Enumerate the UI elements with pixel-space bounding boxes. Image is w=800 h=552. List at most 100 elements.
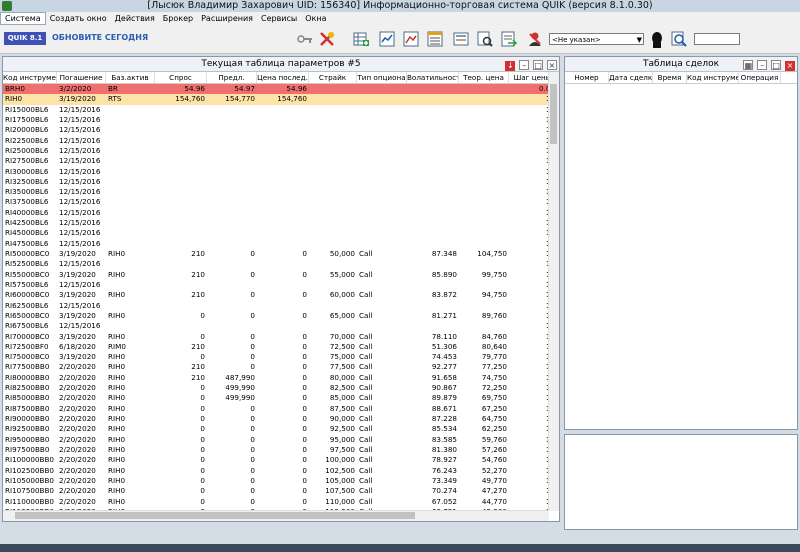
table-row[interactable]: RI110000BB0 2/20/2020 RIH0 0 0 0 110,000 Call 67…	[3, 497, 549, 507]
table-row[interactable]: RI70000BC0 3/19/2020 RIH0 0 0 0 70,000 Call 78.1…	[3, 332, 549, 342]
table-row[interactable]: RI32500BL6 12/15/2016 10	[3, 177, 549, 187]
table-row[interactable]: RI37500BL6 12/15/2016 10	[3, 197, 549, 207]
params-hscroll-thumb[interactable]	[15, 512, 415, 519]
menu-create-window[interactable]: Создать окно	[46, 12, 111, 25]
table-row[interactable]: RI92500BB0 2/20/2020 RIH0 0 0 0 92,500 Call 85.5…	[3, 424, 549, 434]
params-column-header[interactable]: Цена послед.	[257, 72, 309, 83]
table-row[interactable]: RI85000BB0 2/20/2020 RIH0 0 499,990 0 85,000 Ca…	[3, 393, 549, 403]
update-today-link[interactable]: ОБНОВИТЕ СЕГОДНЯ	[52, 33, 148, 42]
params-column-header[interactable]: Волатильность	[407, 72, 459, 83]
table-row[interactable]: RI90000BB0 2/20/2020 RIH0 0 0 0 90,000 Call 87.2…	[3, 414, 549, 424]
table-cell: RI32500BL6	[5, 176, 49, 186]
keys-icon[interactable]	[296, 30, 314, 48]
table-row[interactable]: RI62500BL6 12/15/2016 10	[3, 301, 549, 311]
params-column-header[interactable]: Код инструмен	[3, 72, 57, 83]
table-row[interactable]: RI42500BL6 12/15/2016 10	[3, 218, 549, 228]
table-row[interactable]: RI95000BB0 2/20/2020 RIH0 0 0 0 95,000 Call 83.5…	[3, 435, 549, 445]
minimize-icon[interactable]: –	[519, 60, 530, 70]
table-row[interactable]: RI35000BL6 12/15/2016 10	[3, 187, 549, 197]
person-icon[interactable]	[648, 30, 666, 48]
table-row[interactable]: RI82500BB0 2/20/2020 RIH0 0 499,990 0 82,500 Ca…	[3, 383, 549, 393]
table-row[interactable]: RI100000BB0 2/20/2020 RIH0 0 0 0 100,000 Call 78…	[3, 455, 549, 465]
table-row[interactable]: RI65000BC0 3/19/2020 RIH0 0 0 0 65,000 Call 81.2…	[3, 311, 549, 321]
table-cell: 47,270	[481, 486, 507, 496]
table-row[interactable]: BRH0 3/2/2020 BR 54.96 54.97 54.96 0.01	[3, 84, 549, 95]
params-column-header[interactable]: Баз.актив	[106, 72, 155, 83]
trades-column-header[interactable]: Код инструме	[687, 72, 739, 83]
table-row[interactable]: RI57500BL6 12/15/2016 10	[3, 280, 549, 290]
table-row[interactable]: RI60000BC0 3/19/2020 RIH0 210 0 0 60,000 Call 83…	[3, 290, 549, 300]
params-vertical-scrollbar[interactable]	[548, 72, 559, 511]
table-row[interactable]: RI77500BB0 2/20/2020 RIH0 210 0 0 77,500 Call 92…	[3, 362, 549, 372]
trades-column-header[interactable]: Дата сделки	[609, 72, 653, 83]
search-icon[interactable]	[670, 30, 688, 48]
table-row[interactable]: RI40000BL6 12/15/2016 10	[3, 208, 549, 218]
pin-icon[interactable]: ↓	[505, 61, 516, 71]
table-icon[interactable]	[426, 30, 444, 48]
table-row[interactable]: RI107500BB0 2/20/2020 RIH0 0 0 0 107,500 Call 70…	[3, 486, 549, 496]
params-vscroll-thumb[interactable]	[550, 84, 557, 144]
params-column-header[interactable]: Шаг цены	[509, 72, 549, 83]
params-column-header[interactable]: Предл.	[207, 72, 257, 83]
user-icon[interactable]	[526, 30, 544, 48]
table-row[interactable]: RI105000BB0 2/20/2020 RIH0 0 0 0 105,000 Call 73…	[3, 476, 549, 486]
quotes-icon[interactable]	[452, 30, 470, 48]
disconnect-icon[interactable]	[318, 30, 336, 48]
params-column-header[interactable]: Погашение	[57, 72, 106, 83]
menu-windows[interactable]: Окна	[301, 12, 330, 25]
table-cell: Call	[359, 331, 373, 341]
table-row[interactable]: RI30000BL6 12/15/2016 10	[3, 167, 549, 177]
filter-input[interactable]	[694, 33, 740, 45]
table-row[interactable]: RI75000BC0 3/19/2020 RIH0 0 0 0 75,000 Call 74.4…	[3, 352, 549, 362]
table-row[interactable]: RI15000BL6 12/15/2016 10	[3, 105, 549, 115]
table-row[interactable]: RI47500BL6 12/15/2016 10	[3, 239, 549, 249]
params-column-header[interactable]: Страйк	[309, 72, 357, 83]
table-row[interactable]: RI87500BB0 2/20/2020 RIH0 0 0 0 87,500 Call 88.6…	[3, 404, 549, 414]
trades-column-header[interactable]: Номер	[565, 72, 609, 83]
search-doc-icon[interactable]	[476, 30, 494, 48]
trades-column-header[interactable]: Время	[653, 72, 687, 83]
table-row[interactable]: RI80000BB0 2/20/2020 RIH0 210 487,990 0 80,000…	[3, 373, 549, 383]
menu-extensions[interactable]: Расширения	[197, 12, 257, 25]
table-row[interactable]: RI20000BL6 12/15/2016 10	[3, 125, 549, 135]
menu-broker[interactable]: Брокер	[159, 12, 197, 25]
table-row[interactable]: RI102500BB0 2/20/2020 RIH0 0 0 0 102,500 Call 76…	[3, 466, 549, 476]
close-icon[interactable]: ×	[785, 61, 795, 71]
table-row[interactable]: RIH0 3/19/2020 RTS 154,760 154,770 154,760 10	[3, 94, 549, 105]
table-row[interactable]: RI72500BF0 6/18/2020 RIM0 210 0 0 72,500 Call 51…	[3, 342, 549, 352]
table-cell: Call	[359, 444, 373, 454]
table-cell: 0	[302, 444, 307, 454]
table-row[interactable]: RI55000BC0 3/19/2020 RIH0 210 0 0 55,000 Call 85…	[3, 270, 549, 280]
order-icon[interactable]	[500, 30, 518, 48]
maximize-icon[interactable]: □	[533, 60, 544, 70]
maximize-icon[interactable]: □	[771, 60, 782, 70]
table-row[interactable]: RI50000BC0 3/19/2020 RIH0 210 0 0 50,000 Call 87…	[3, 249, 549, 259]
menu-actions[interactable]: Действия	[111, 12, 159, 25]
account-select[interactable]: <Не указан> ▼	[549, 33, 644, 45]
settings-icon[interactable]: ▦	[743, 60, 754, 70]
table-cell: RI60000BC0	[5, 290, 50, 300]
table-row[interactable]: RI97500BB0 2/20/2020 RIH0 0 0 0 97,500 Call 81.3…	[3, 445, 549, 455]
table-row[interactable]: RI45000BL6 12/15/2016 10	[3, 228, 549, 238]
table-cell: 0	[200, 352, 205, 362]
menu-services[interactable]: Сервисы	[257, 12, 301, 25]
table-row[interactable]: RI67500BL6 12/15/2016 10	[3, 321, 549, 331]
chart-icon[interactable]	[378, 30, 396, 48]
menu-system[interactable]: Система	[0, 12, 46, 25]
table-cell: 100,000	[325, 455, 355, 465]
table-row[interactable]: RI27500BL6 12/15/2016 10	[3, 156, 549, 166]
table-cell: 82,500	[329, 383, 355, 393]
params-column-header[interactable]: Спрос	[155, 72, 207, 83]
table-row[interactable]: RI25000BL6 12/15/2016 10	[3, 146, 549, 156]
params-horizontal-scrollbar[interactable]	[3, 510, 549, 521]
table-row[interactable]: RI52500BL6 12/15/2016 10	[3, 259, 549, 269]
close-icon[interactable]: ×	[547, 60, 557, 70]
params-column-header[interactable]: Теор. цена	[459, 72, 509, 83]
new-table-icon[interactable]	[352, 30, 370, 48]
table-row[interactable]: RI17500BL6 12/15/2016 10	[3, 115, 549, 125]
params-column-header[interactable]: Тип опциона	[357, 72, 407, 83]
trades-column-header[interactable]: Операция	[739, 72, 781, 83]
minimize-icon[interactable]: –	[757, 60, 768, 70]
table-row[interactable]: RI22500BL6 12/15/2016 10	[3, 136, 549, 146]
chart-list-icon[interactable]	[402, 30, 420, 48]
